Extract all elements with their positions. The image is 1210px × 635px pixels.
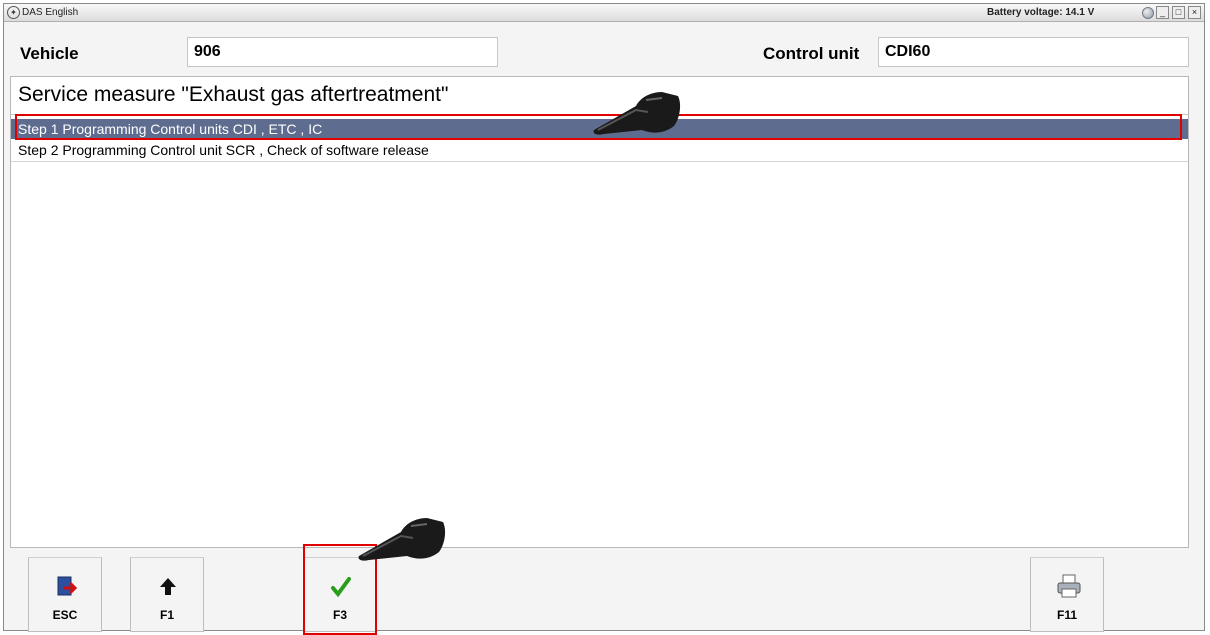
battery-voltage: Battery voltage: 14.1 V [987,7,1095,18]
divider [11,161,1188,162]
vehicle-field: 906 [187,37,498,67]
service-measure-panel: Service measure "Exhaust gas aftertreatm… [10,76,1189,548]
exit-door-icon [57,576,78,596]
app-title: DAS English [22,7,79,18]
minimize-button[interactable]: _ [1156,6,1169,19]
vehicle-label: Vehicle [20,44,79,63]
f1-label: F1 [159,608,174,622]
esc-button[interactable]: ESC [28,557,102,632]
control-unit-field: CDI60 [878,37,1189,67]
close-button[interactable]: × [1188,6,1201,19]
f11-button[interactable]: F11 [1030,557,1104,632]
page-title: Service measure "Exhaust gas aftertreatm… [18,83,449,106]
arrow-up-icon [160,578,176,595]
printer-icon [1057,574,1081,598]
list-item-step-2[interactable]: Step 2 Programming Control unit SCR , Ch… [11,140,1188,160]
pointing-hand-icon [593,92,681,135]
battery-status-icon [1142,7,1154,19]
f1-button[interactable]: F1 [130,557,204,632]
control-unit-label: Control unit [763,44,860,63]
title-bar: ✦ DAS English Battery voltage: 14.1 V _ … [4,4,1204,22]
f11-label: F11 [1056,608,1077,622]
mercedes-logo-icon: ✦ [7,6,20,19]
pointing-hand-icon [358,518,446,561]
maximize-button[interactable]: □ [1172,6,1185,19]
esc-label: ESC [52,608,78,622]
